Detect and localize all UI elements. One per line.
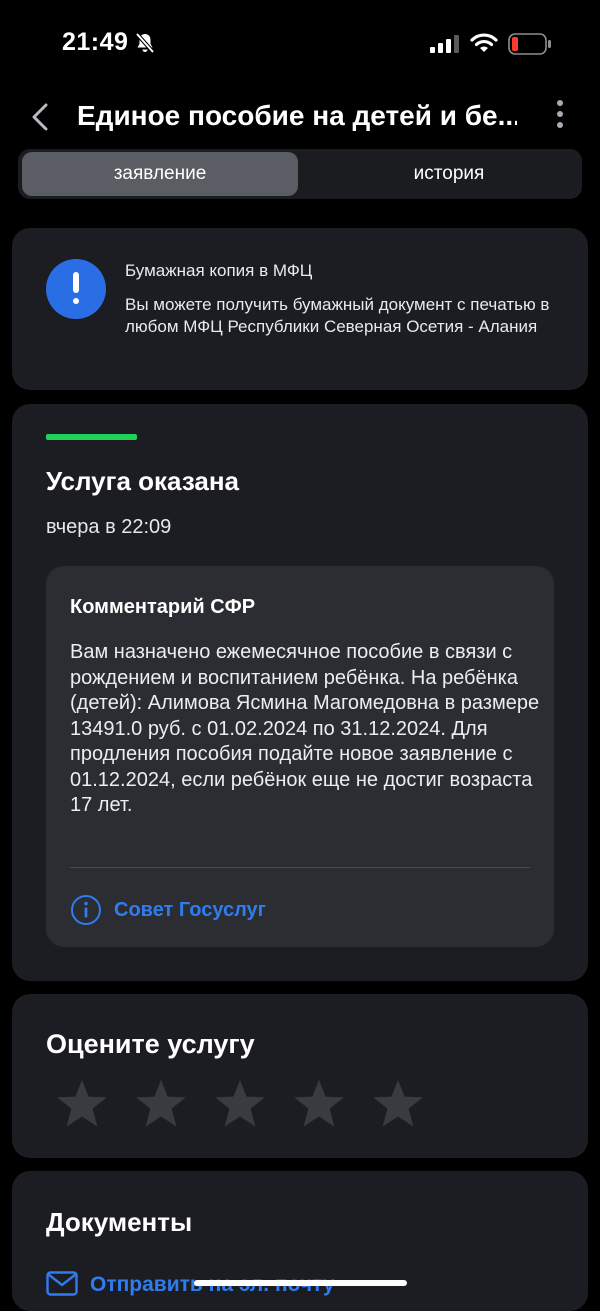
tab-bar: заявление история [18,149,582,199]
status-bar: 21:49 [0,0,600,90]
mail-icon[interactable] [46,1271,78,1302]
home-indicator[interactable] [194,1280,407,1286]
status-card: Услуга оказана вчера в 22:09 Комментарий… [12,404,588,981]
status-title: Услуга оказана [46,466,240,496]
gosuslugi-tip-link[interactable]: Совет Госуслуг [114,899,266,922]
wifi-icon [470,32,498,59]
star-icon-4[interactable] [293,1079,345,1129]
documents-card: Документы Отправить на эл. почту [12,1171,588,1311]
tab-application[interactable]: заявление [22,152,298,196]
star-icon-1[interactable] [56,1079,108,1129]
exclamation-circle-icon [46,259,106,319]
rating-title: Оцените услугу [46,1029,255,1059]
comment-box: Комментарий СФР Вам назначено ежемесячно… [46,566,554,947]
star-icon-2[interactable] [135,1079,187,1129]
status-time: 21:49 [62,28,129,56]
divider [70,867,530,868]
status-indicator [46,434,137,440]
rating-card: Оцените услугу [12,994,588,1158]
page-title: Единое пособие на детей и бе... [77,100,517,131]
documents-title: Документы [46,1207,193,1237]
cellular-signal-icon [430,34,460,59]
comment-title: Комментарий СФР [70,596,256,618]
battery-low-icon [508,33,552,60]
star-icon-5[interactable] [372,1079,424,1129]
nav-header: Единое пособие на детей и бе... [0,90,600,146]
chevron-left-icon [30,103,50,136]
notice-title: Бумажная копия в МФЦ [125,261,313,280]
status-timestamp: вчера в 22:09 [46,516,172,538]
info-circle-icon[interactable] [70,894,102,931]
bell-slash-icon [134,32,156,59]
back-button[interactable] [30,102,50,137]
more-vertical-icon [550,100,570,128]
notice-card: Бумажная копия в МФЦ Вы можете получить … [12,228,588,390]
comment-text: Вам назначено ежемесячное пособие в связ… [70,641,540,816]
more-button[interactable] [550,100,570,134]
notice-text: Вы можете получить бумажный документ с п… [125,295,550,336]
star-icon-3[interactable] [214,1079,266,1129]
tab-history[interactable]: история [316,152,582,196]
